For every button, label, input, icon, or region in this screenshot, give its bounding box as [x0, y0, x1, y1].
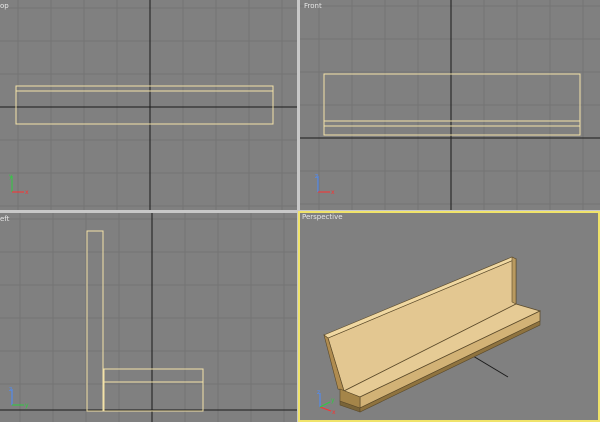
axis-letter-y: y: [9, 173, 13, 180]
axis-letter-z: z: [317, 389, 320, 396]
grid-top: y x: [0, 0, 297, 210]
grid-front: z x: [300, 0, 600, 210]
axis-letter-y: y: [331, 397, 335, 404]
axis-gizmo-front: z x: [315, 173, 335, 196]
axis-letter-y: y: [25, 402, 29, 409]
axis-letter-z: z: [9, 386, 12, 393]
viewport-top[interactable]: y x op: [0, 0, 297, 210]
viewport-perspective[interactable]: z x y Perspective: [298, 211, 600, 422]
axis-letter-x: x: [331, 189, 335, 196]
axis-gizmo-left: z y: [9, 386, 29, 409]
perspective-scene: z x y: [317, 256, 542, 416]
axis-gizmo-top: y x: [9, 173, 29, 196]
axis-letter-x: x: [332, 409, 336, 416]
grid-left: z y: [0, 213, 297, 422]
axis-letter-x: x: [25, 189, 29, 196]
axis-gizmo-perspective: z x y: [317, 389, 336, 416]
viewport-left[interactable]: z y eft: [0, 213, 297, 422]
axis-letter-z: z: [315, 173, 318, 180]
viewport-front[interactable]: z x Front: [300, 0, 600, 210]
